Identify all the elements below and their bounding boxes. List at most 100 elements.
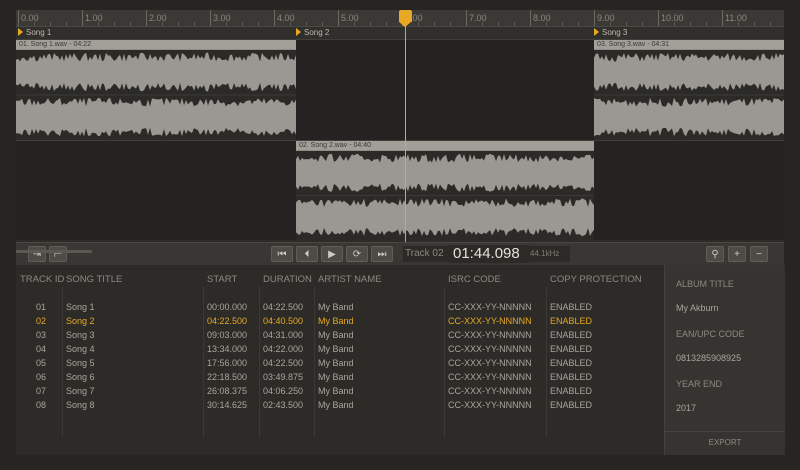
table-cell: ENABLED [550,358,593,368]
ruler-minor-tick [34,22,35,26]
ruler-minor-tick [514,22,515,26]
table-cell: 03:49.875 [263,372,304,382]
table-cell: My Band [318,358,354,368]
ruler-minor-tick [450,22,451,26]
horizontal-scrollbar[interactable] [16,250,92,253]
table-cell: CC-XXX-YY-NNNNN [448,344,532,354]
table-cell: 30:14.625 [207,400,248,410]
table-cell: CC-XXX-YY-NNNNN [448,302,532,312]
table-cell: Song 4 [66,344,95,354]
ruler-minor-tick [178,22,179,26]
ruler-minor-tick [690,22,691,26]
clip-title: 01. Song 1.wav - 04:22 [16,40,296,49]
column-header[interactable]: ARTIST NAME [318,274,382,285]
ruler-minor-tick [66,22,67,26]
table-row[interactable]: 07 Song 7 26:08.375 04:06.250 My Band CC-XXX-… [16,386,664,400]
column-header[interactable]: COPY PROTECTION [550,274,642,285]
play-button[interactable]: ▶ [321,246,343,262]
audio-clip-song-2[interactable]: 02. Song 2.wav - 04:40 [296,141,594,240]
table-cell: 22:18.500 [207,372,248,382]
column-header[interactable]: TRACK ID [20,274,64,285]
marker-song-2[interactable]: Song 2 [296,28,329,37]
ruler-minor-tick [50,22,51,26]
timecode-display: 01:44.098 [449,245,529,263]
column-header[interactable]: ISRC CODE [448,274,501,285]
table-row[interactable]: 01 Song 1 00:00.000 04:22.500 My Band CC-XXX-… [16,302,664,316]
ruler-minor-tick [546,22,547,26]
table-row[interactable]: 02 Song 2 04:22.500 04:40.500 My Band CC-XXX-… [16,316,664,330]
ruler-minor-tick [610,22,611,26]
ruler-minor-tick [98,22,99,26]
skip-back-button[interactable]: ⏮ [271,246,293,262]
export-button[interactable]: EXPORT [665,431,785,455]
table-row[interactable]: 06 Song 6 22:18.500 03:49.875 My Band CC-XXX-… [16,372,664,386]
snap-left-button[interactable]: ⇥ [28,246,46,262]
album-panel: ALBUM TITLE My Akburn EAN/UPC CODE 08132… [664,265,785,455]
table-cell: 03 [36,330,47,340]
table-cell: ENABLED [550,344,593,354]
skip-back-icon: ⏮ [277,249,287,260]
ruler-tick-label: 4.00 [277,13,295,23]
table-cell: Song 6 [66,372,95,382]
search-icon: ⚲ [711,249,719,260]
ean-value[interactable]: 0813285908925 [676,353,741,363]
table-cell: ENABLED [550,316,593,326]
playhead-handle[interactable] [399,10,412,27]
zoom-button[interactable]: ⚲ [706,246,724,262]
table-cell: 05 [36,358,47,368]
plus-icon: + [734,249,740,260]
transport-bar: ⇥ ⊢ ⏮ ⏴ ▶ ⟳ ⏭ Track 02 01:44.098 44.1kHz… [16,242,784,265]
table-cell: 04:06.250 [263,386,304,396]
loop-button[interactable]: ⟳ [346,246,368,262]
ruler-minor-tick [482,22,483,26]
ruler-tick: 1.00 [82,10,103,26]
ruler-tick: 5.00 [338,10,359,26]
table-cell: 07 [36,386,47,396]
ruler-tick: 3.00 [210,10,231,26]
album-title-value[interactable]: My Akburn [676,303,719,313]
table-row[interactable]: 04 Song 4 13:34.000 04:22.000 My Band CC-XXX-… [16,344,664,358]
ruler-minor-tick [498,22,499,26]
column-header[interactable]: DURATION [263,274,312,285]
playhead-line[interactable] [405,10,406,252]
ruler-minor-tick [434,22,435,26]
empty-region [296,40,594,140]
table-cell: CC-XXX-YY-NNNNN [448,358,532,368]
marker-flag-icon [18,28,23,36]
lane-2: 02. Song 2.wav - 04:40 [16,141,784,241]
ruler-minor-tick [386,22,387,26]
ruler-minor-tick [562,22,563,26]
table-row[interactable]: 03 Song 3 09:03.000 04:31.000 My Band CC-XXX-… [16,330,664,344]
table-cell: 17:56.000 [207,358,248,368]
year-value[interactable]: 2017 [676,403,696,413]
table-cell: Song 1 [66,302,95,312]
table-cell: My Band [318,372,354,382]
ruler-minor-tick [770,22,771,26]
remove-button[interactable]: − [750,246,768,262]
table-row[interactable]: 08 Song 8 30:14.625 02:43.500 My Band CC-XXX-… [16,400,664,414]
ruler-minor-tick [194,22,195,26]
trim-button[interactable]: ⊢ [49,246,67,262]
column-header[interactable]: START [207,274,237,285]
prev-button[interactable]: ⏴ [296,246,318,262]
marker-song-1[interactable]: Song 1 [18,28,51,37]
audio-clip-song-3[interactable]: 03. Song 3.wav - 04:31 [594,40,784,140]
ruler-tick: 0.00 [18,10,39,26]
ruler-tick-label: 7.00 [469,13,487,23]
column-header[interactable]: SONG TITLE [66,274,122,285]
ruler-minor-tick [754,22,755,26]
marker-song-3[interactable]: Song 3 [594,28,627,37]
table-row[interactable]: 05 Song 5 17:56.000 04:22.500 My Band CC-XXX-… [16,358,664,372]
loop-icon: ⟳ [352,249,362,260]
ean-label: EAN/UPC CODE [676,329,745,339]
skip-forward-icon: ⏭ [377,249,387,260]
table-cell: Song 5 [66,358,95,368]
marker-row: Song 1 Song 2 Song 3 [16,27,784,40]
add-button[interactable]: + [728,246,746,262]
table-cell: Song 8 [66,400,95,410]
ruler-minor-tick [258,22,259,26]
audio-clip-song-1[interactable]: 01. Song 1.wav - 04:22 [16,40,296,140]
table-cell: ENABLED [550,400,593,410]
skip-forward-button[interactable]: ⏭ [371,246,393,262]
ruler-tick: 11.00 [722,10,747,26]
